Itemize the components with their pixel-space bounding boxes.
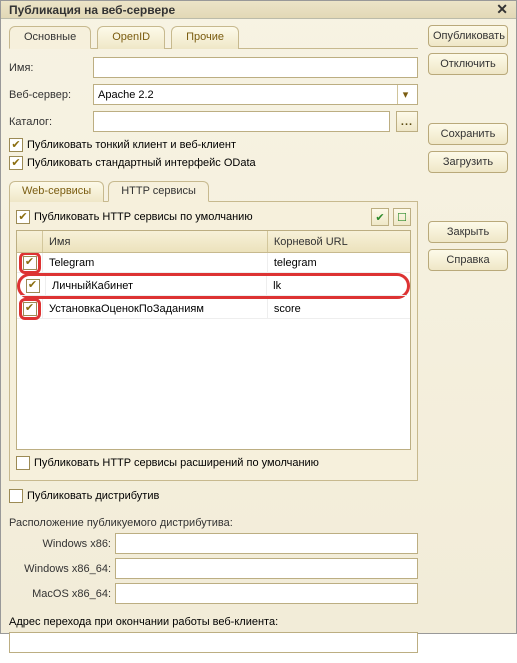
- win86-input[interactable]: [115, 533, 418, 554]
- label-odata: Публиковать стандартный интерфейс OData: [27, 157, 256, 169]
- checkbox-publish-dist[interactable]: [9, 489, 23, 503]
- checkbox-thin-client[interactable]: ✔: [9, 138, 23, 152]
- label-dist-location: Расположение публикуемого дистрибутива:: [9, 517, 418, 529]
- publish-button[interactable]: Опубликовать: [428, 25, 508, 47]
- row-checkbox[interactable]: ✔: [23, 256, 37, 270]
- row-url: lk: [267, 276, 407, 295]
- row-url: score: [268, 299, 410, 318]
- right-button-column: Опубликовать Отключить Сохранить Загрузи…: [428, 25, 508, 653]
- load-button[interactable]: Загрузить: [428, 151, 508, 173]
- highlighted-row: ✔ ЛичныйКабинет lk: [17, 273, 410, 299]
- chevron-down-icon[interactable]: ▾: [397, 85, 413, 104]
- http-services-grid: Имя Корневой URL ✔ Telegram telegram ✔: [16, 230, 411, 450]
- label-name: Имя:: [9, 62, 87, 74]
- close-button[interactable]: Закрыть: [428, 221, 508, 243]
- close-icon[interactable]: ✕: [496, 1, 508, 18]
- exit-addr-input[interactable]: [9, 632, 418, 653]
- label-http-ext: Публиковать HTTP сервисы расширений по у…: [34, 457, 319, 469]
- row-name: Telegram: [43, 253, 268, 272]
- check-all-icon[interactable]: ✔: [371, 208, 389, 226]
- row-name: УстановкаОценокПоЗаданиям: [43, 299, 268, 318]
- row-checkbox[interactable]: ✔: [23, 302, 37, 316]
- win64-input[interactable]: [115, 558, 418, 579]
- checkbox-http-ext[interactable]: [16, 456, 30, 470]
- browse-catalog-button[interactable]: ...: [396, 111, 418, 132]
- dialog-window: Публикация на веб-сервере ✕ Основные Ope…: [0, 0, 517, 634]
- label-catalog: Каталог:: [9, 116, 87, 128]
- label-thin-client: Публиковать тонкий клиент и веб-клиент: [27, 139, 236, 151]
- save-button[interactable]: Сохранить: [428, 123, 508, 145]
- tabs-top: Основные OpenID Прочие: [9, 25, 418, 49]
- label-exit-addr: Адрес перехода при окончании работы веб-…: [9, 616, 418, 628]
- tab-other[interactable]: Прочие: [171, 26, 239, 49]
- label-webserver: Веб-сервер:: [9, 89, 87, 101]
- webserver-value: Apache 2.2: [98, 89, 154, 101]
- checkbox-odata[interactable]: ✔: [9, 156, 23, 170]
- tab-http-services[interactable]: HTTP сервисы: [108, 181, 209, 202]
- mini-tabs: Web-сервисы HTTP сервисы: [9, 180, 418, 202]
- tab-openid[interactable]: OpenID: [97, 26, 165, 49]
- window-title: Публикация на веб-сервере: [9, 3, 175, 17]
- label-http-default: Публиковать HTTP сервисы по умолчанию: [34, 211, 253, 223]
- grid-header: Имя Корневой URL: [17, 231, 410, 253]
- disconnect-button[interactable]: Отключить: [428, 53, 508, 75]
- row-url: telegram: [268, 253, 410, 272]
- table-row[interactable]: ✔ Telegram telegram: [17, 253, 410, 273]
- label-mac64: MacOS x86_64:: [9, 588, 115, 600]
- checkbox-http-default[interactable]: ✔: [16, 210, 30, 224]
- name-input[interactable]: [93, 57, 418, 78]
- row-checkbox[interactable]: ✔: [26, 279, 40, 293]
- mac64-input[interactable]: [115, 583, 418, 604]
- http-services-panel: ✔ Публиковать HTTP сервисы по умолчанию …: [9, 202, 418, 481]
- label-win86: Windows x86:: [9, 538, 115, 550]
- table-row[interactable]: ✔ УстановкаОценокПоЗаданиям score: [17, 299, 410, 319]
- table-row[interactable]: ✔ ЛичныйКабинет lk: [20, 276, 407, 296]
- titlebar: Публикация на веб-сервере ✕: [1, 1, 516, 19]
- col-header-url[interactable]: Корневой URL: [268, 231, 410, 252]
- tab-web-services[interactable]: Web-сервисы: [9, 181, 104, 202]
- webserver-select[interactable]: Apache 2.2 ▾: [93, 84, 418, 105]
- col-header-name[interactable]: Имя: [43, 231, 268, 252]
- help-button[interactable]: Справка: [428, 249, 508, 271]
- label-win64: Windows x86_64:: [9, 563, 115, 575]
- row-name: ЛичныйКабинет: [46, 276, 267, 295]
- label-publish-dist: Публиковать дистрибутив: [27, 490, 159, 502]
- uncheck-all-icon[interactable]: ☐: [393, 208, 411, 226]
- tab-main[interactable]: Основные: [9, 26, 91, 49]
- catalog-input[interactable]: [93, 111, 390, 132]
